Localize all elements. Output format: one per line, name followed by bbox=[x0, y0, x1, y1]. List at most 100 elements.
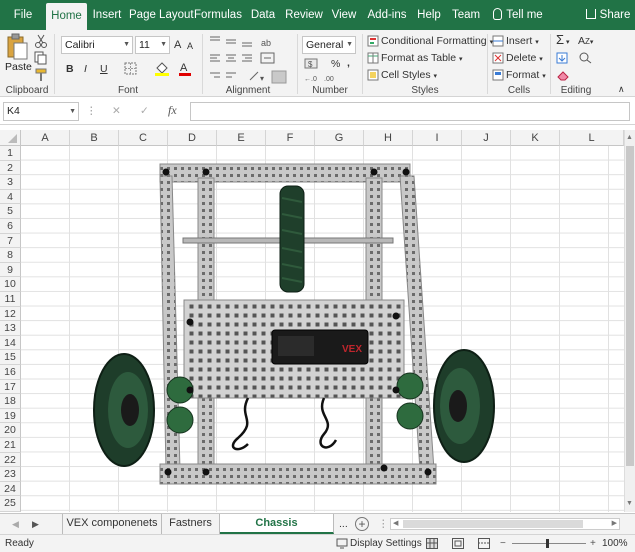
underline-button[interactable]: U bbox=[100, 62, 108, 76]
row-header[interactable]: 1 bbox=[0, 146, 21, 161]
row-header[interactable]: 4 bbox=[0, 189, 21, 205]
row-header[interactable]: 24 bbox=[0, 481, 21, 497]
row-header[interactable]: 8 bbox=[0, 248, 21, 263]
row-header[interactable]: 13 bbox=[0, 321, 21, 336]
row-header[interactable]: 14 bbox=[0, 335, 21, 351]
grow-font-button[interactable]: A bbox=[174, 38, 181, 52]
vertical-scrollbar[interactable]: ▲ ▼ bbox=[624, 130, 635, 512]
column-header-j[interactable]: J bbox=[462, 130, 511, 146]
zoom-level[interactable]: 100% bbox=[602, 535, 628, 552]
column-header-c[interactable]: C bbox=[119, 130, 168, 146]
cut-icon[interactable] bbox=[34, 34, 48, 48]
find-select-icon[interactable] bbox=[578, 52, 594, 64]
font-name-select[interactable]: Calibri ▼ bbox=[61, 36, 133, 54]
insert-cells-button[interactable]: Insert ▾ bbox=[506, 34, 539, 50]
copy-icon[interactable] bbox=[34, 51, 48, 65]
tab-home[interactable]: Home bbox=[46, 3, 87, 30]
number-format-select[interactable]: General ▼ bbox=[302, 36, 356, 54]
scroll-right-icon[interactable]: ▶ bbox=[612, 519, 617, 527]
tab-help[interactable]: Help bbox=[414, 0, 444, 30]
display-settings-button[interactable]: Display Settings bbox=[350, 535, 422, 552]
cancel-icon[interactable]: ✕ bbox=[112, 104, 121, 118]
tab-insert[interactable]: Insert bbox=[90, 0, 124, 30]
italic-button[interactable]: I bbox=[84, 62, 87, 76]
select-all-corner[interactable] bbox=[0, 130, 21, 146]
percent-button[interactable]: % bbox=[331, 57, 340, 71]
zoom-in-button[interactable]: + bbox=[590, 535, 596, 552]
tell-me-box[interactable]: Tell me bbox=[490, 0, 546, 30]
share-button[interactable]: Share bbox=[584, 0, 632, 30]
row-header[interactable]: 15 bbox=[0, 350, 21, 365]
tab-add-ins[interactable]: Add-ins bbox=[366, 0, 408, 30]
tab-view[interactable]: View bbox=[330, 0, 358, 30]
shrink-font-button[interactable]: A bbox=[187, 39, 193, 53]
clear-icon[interactable] bbox=[556, 69, 570, 81]
font-size-select[interactable]: 11 ▼ bbox=[135, 36, 170, 54]
horizontal-scrollbar[interactable]: ◀ ▶ bbox=[390, 518, 620, 530]
row-header[interactable]: 10 bbox=[0, 277, 21, 292]
row-header[interactable]: 6 bbox=[0, 219, 21, 234]
row-header[interactable]: 12 bbox=[0, 306, 21, 322]
tab-review[interactable]: Review bbox=[284, 0, 324, 30]
add-sheet-icon[interactable]: + bbox=[355, 517, 369, 531]
column-header-d[interactable]: D bbox=[168, 130, 217, 146]
row-header[interactable]: 25 bbox=[0, 496, 21, 513]
sheet-tab-chassis-construction[interactable]: Chassis Construction bbox=[220, 514, 334, 548]
page-break-view-icon[interactable] bbox=[478, 538, 490, 549]
row-header[interactable]: 22 bbox=[0, 452, 21, 468]
row-header[interactable]: 23 bbox=[0, 467, 21, 482]
zoom-out-button[interactable]: − bbox=[500, 535, 506, 552]
chassis-image[interactable]: VEX bbox=[88, 158, 500, 498]
scroll-down-icon[interactable]: ▼ bbox=[626, 500, 633, 507]
zoom-slider[interactable] bbox=[512, 543, 586, 544]
indent-orientation-icons[interactable]: ▾ bbox=[208, 70, 288, 84]
sort-filter-button[interactable]: AZ▾ bbox=[578, 34, 593, 50]
fill-color-icon[interactable] bbox=[154, 60, 170, 77]
row-header[interactable]: 19 bbox=[0, 408, 21, 424]
row-header[interactable]: 7 bbox=[0, 233, 21, 249]
enter-icon[interactable]: ✓ bbox=[140, 104, 149, 118]
formula-input[interactable] bbox=[190, 102, 630, 121]
normal-view-icon[interactable] bbox=[426, 538, 438, 549]
delete-cells-button[interactable]: Delete ▾ bbox=[506, 51, 543, 67]
column-header-h[interactable]: H bbox=[364, 130, 413, 146]
column-header-e[interactable]: E bbox=[217, 130, 266, 146]
formula-options-icon[interactable]: ⋮ bbox=[86, 104, 97, 118]
cell-styles-button[interactable]: Cell Styles ▾ bbox=[381, 68, 437, 84]
vertical-align-icons[interactable] bbox=[208, 35, 256, 49]
sheet-tab-vex-components[interactable]: VEX componenets bbox=[62, 514, 162, 534]
sheet-tab-fastners[interactable]: Fastners bbox=[162, 514, 220, 534]
borders-icon[interactable] bbox=[124, 62, 138, 75]
tab-formulas[interactable]: Formulas bbox=[194, 0, 242, 30]
insert-function-icon[interactable]: fx bbox=[168, 103, 177, 117]
row-header[interactable]: 9 bbox=[0, 262, 21, 278]
paste-button[interactable]: Paste bbox=[5, 33, 32, 79]
row-header[interactable]: 18 bbox=[0, 394, 21, 409]
column-header-i[interactable]: I bbox=[413, 130, 462, 146]
tab-file[interactable]: File bbox=[8, 0, 38, 30]
next-sheet-icon[interactable]: ▶ bbox=[32, 517, 39, 531]
collapse-ribbon-icon[interactable]: ∧ bbox=[618, 82, 625, 96]
horizontal-align-icons[interactable] bbox=[208, 53, 256, 67]
zoom-slider-thumb[interactable] bbox=[546, 539, 549, 548]
tab-splitter-icon[interactable]: ⋮ bbox=[378, 517, 389, 531]
name-box[interactable]: K4 ▼ bbox=[3, 102, 79, 121]
autosum-button[interactable]: Σ ▾ bbox=[556, 33, 570, 50]
scroll-thumb[interactable] bbox=[626, 146, 634, 466]
font-color-icon[interactable]: A bbox=[178, 60, 192, 77]
bold-button[interactable]: B bbox=[66, 62, 74, 76]
row-header[interactable]: 2 bbox=[0, 160, 21, 176]
row-header[interactable]: 3 bbox=[0, 175, 21, 190]
row-header[interactable]: 16 bbox=[0, 365, 21, 380]
row-header[interactable]: 11 bbox=[0, 292, 21, 307]
format-painter-icon[interactable] bbox=[34, 68, 48, 82]
horizontal-scroll-thumb[interactable] bbox=[403, 520, 583, 528]
page-layout-view-icon[interactable] bbox=[452, 538, 464, 549]
row-header[interactable]: 20 bbox=[0, 423, 21, 438]
format-cells-button[interactable]: Format ▾ bbox=[506, 68, 546, 84]
prev-sheet-icon[interactable]: ◀ bbox=[12, 517, 19, 531]
more-sheets-button[interactable]: ... bbox=[339, 517, 348, 531]
column-header-b[interactable]: B bbox=[70, 130, 119, 146]
fill-icon[interactable] bbox=[556, 52, 568, 64]
tab-team[interactable]: Team bbox=[450, 0, 482, 30]
